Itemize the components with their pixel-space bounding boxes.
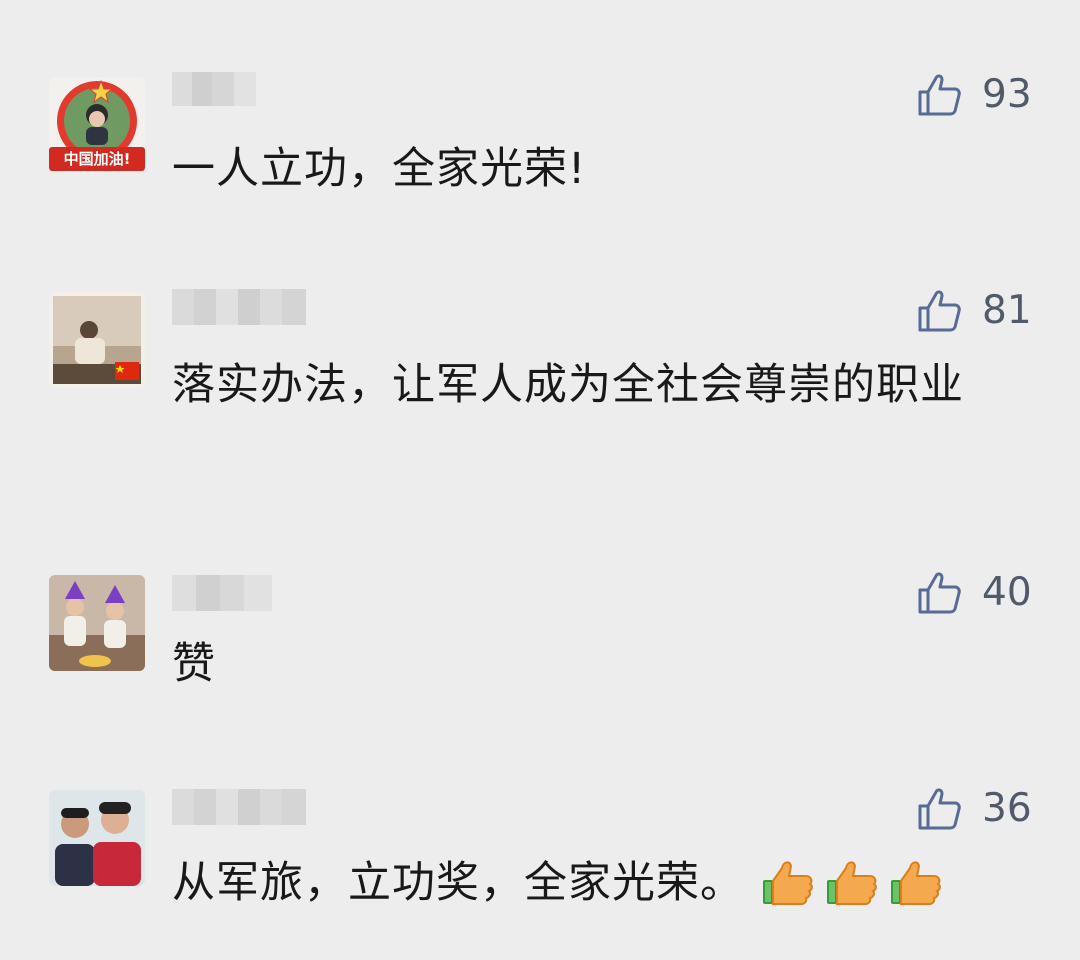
username-blurred[interactable] [172,573,276,613]
username-blurred[interactable] [172,787,308,827]
thumbs-up-outline-icon [918,74,961,116]
thumbs-up-emoji-icon [827,860,877,905]
like-count: 93 [982,72,1032,117]
avatar-image [49,292,145,388]
thumbs-up-emoji-icon [763,860,813,905]
avatar[interactable] [49,292,145,388]
avatar[interactable]: 中国加油! [49,77,145,173]
avatar[interactable] [49,575,145,671]
comment-text: 一人立功，全家光荣! [172,144,587,194]
like-button[interactable]: 36 [916,785,1032,833]
comment-text: 赞 [172,639,216,689]
comment-text: 落实办法，让军人成为全社会尊崇的职业 [172,360,964,410]
emoji-row [760,854,952,918]
blurred-name-mosaic [172,289,306,325]
like-button[interactable]: 81 [916,287,1032,335]
thumbs-up-emoji-icon [891,860,941,905]
blurred-name-mosaic [172,575,272,611]
like-count: 40 [982,570,1032,615]
thumbs-up-outline-icon [918,788,961,830]
username-blurred[interactable] [172,287,308,327]
like-count: 36 [982,786,1032,831]
like-button[interactable]: 40 [916,569,1032,617]
comment-text-content: 从军旅，立功奖，全家光荣。 [172,858,744,908]
avatar-image [49,575,145,671]
username-blurred[interactable] [172,70,264,110]
like-button[interactable]: 93 [916,71,1032,119]
like-count: 81 [982,288,1032,333]
blurred-name-mosaic [172,789,306,825]
avatar-badge-text: 中国加油! [63,150,131,168]
thumbs-up-outline-icon [918,572,961,614]
avatar-image [49,790,145,886]
blurred-name-mosaic [172,72,256,106]
comment-text: 从军旅，立功奖，全家光荣。 [172,851,1032,918]
thumbs-up-outline-icon [918,290,961,332]
avatar[interactable] [49,790,145,886]
